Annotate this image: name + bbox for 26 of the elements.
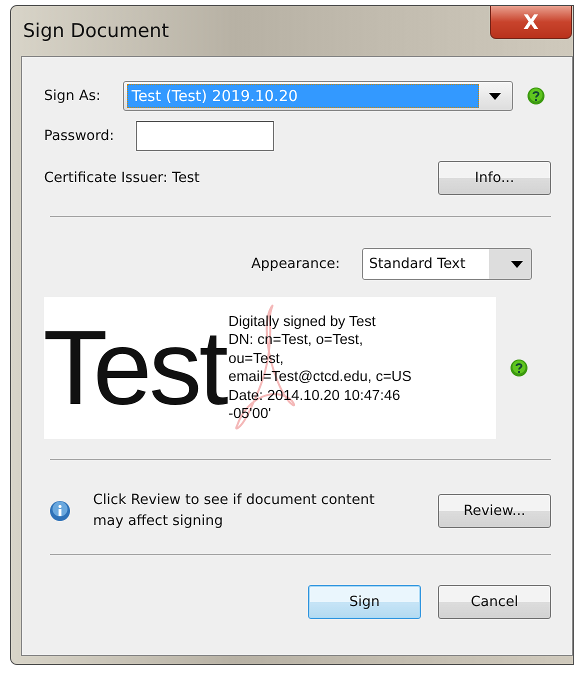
- password-field[interactable]: [136, 121, 274, 151]
- field-label: Sign As:: [44, 88, 101, 104]
- review-message: Click Review to see if document content may affect signing: [93, 491, 376, 531]
- info-button[interactable]: Info...: [438, 161, 551, 195]
- certificate-issuer-text: Certificate Issuer: Test: [44, 170, 200, 186]
- info-icon: [49, 500, 71, 522]
- signature-detail-line: Digitally signed by Test: [228, 312, 377, 331]
- close-button[interactable]: X: [490, 6, 572, 39]
- signature-detail-line: DN: cn=Test, o=Test,: [228, 331, 364, 350]
- field-label: Password:: [44, 128, 114, 144]
- dropdown-value: Test (Test) 2019.10.20: [126, 84, 479, 108]
- dialog-button[interactable]: Sign: [308, 585, 421, 619]
- help-icon[interactable]: [526, 87, 545, 105]
- signature-detail-line: Date: 2014.10.20 10:47:46: [228, 386, 402, 405]
- signature-detail-line: -05'00': [228, 405, 272, 424]
- appearance-dropdown[interactable]: Standard Text: [362, 248, 532, 280]
- dialog-button[interactable]: Cancel: [438, 585, 551, 619]
- caret-icon: [511, 260, 523, 268]
- review-button[interactable]: Review...: [438, 494, 551, 528]
- caret-icon: [488, 92, 501, 100]
- help-icon[interactable]: [510, 359, 528, 377]
- field-label: Appearance:: [251, 256, 340, 272]
- signature-name: Test: [44, 315, 226, 421]
- window-title: Sign Document: [22, 20, 169, 42]
- signature-detail-line: ou=Test,: [228, 350, 285, 368]
- signature-detail-line: email=Test@ctcd.edu, c=US: [228, 368, 412, 386]
